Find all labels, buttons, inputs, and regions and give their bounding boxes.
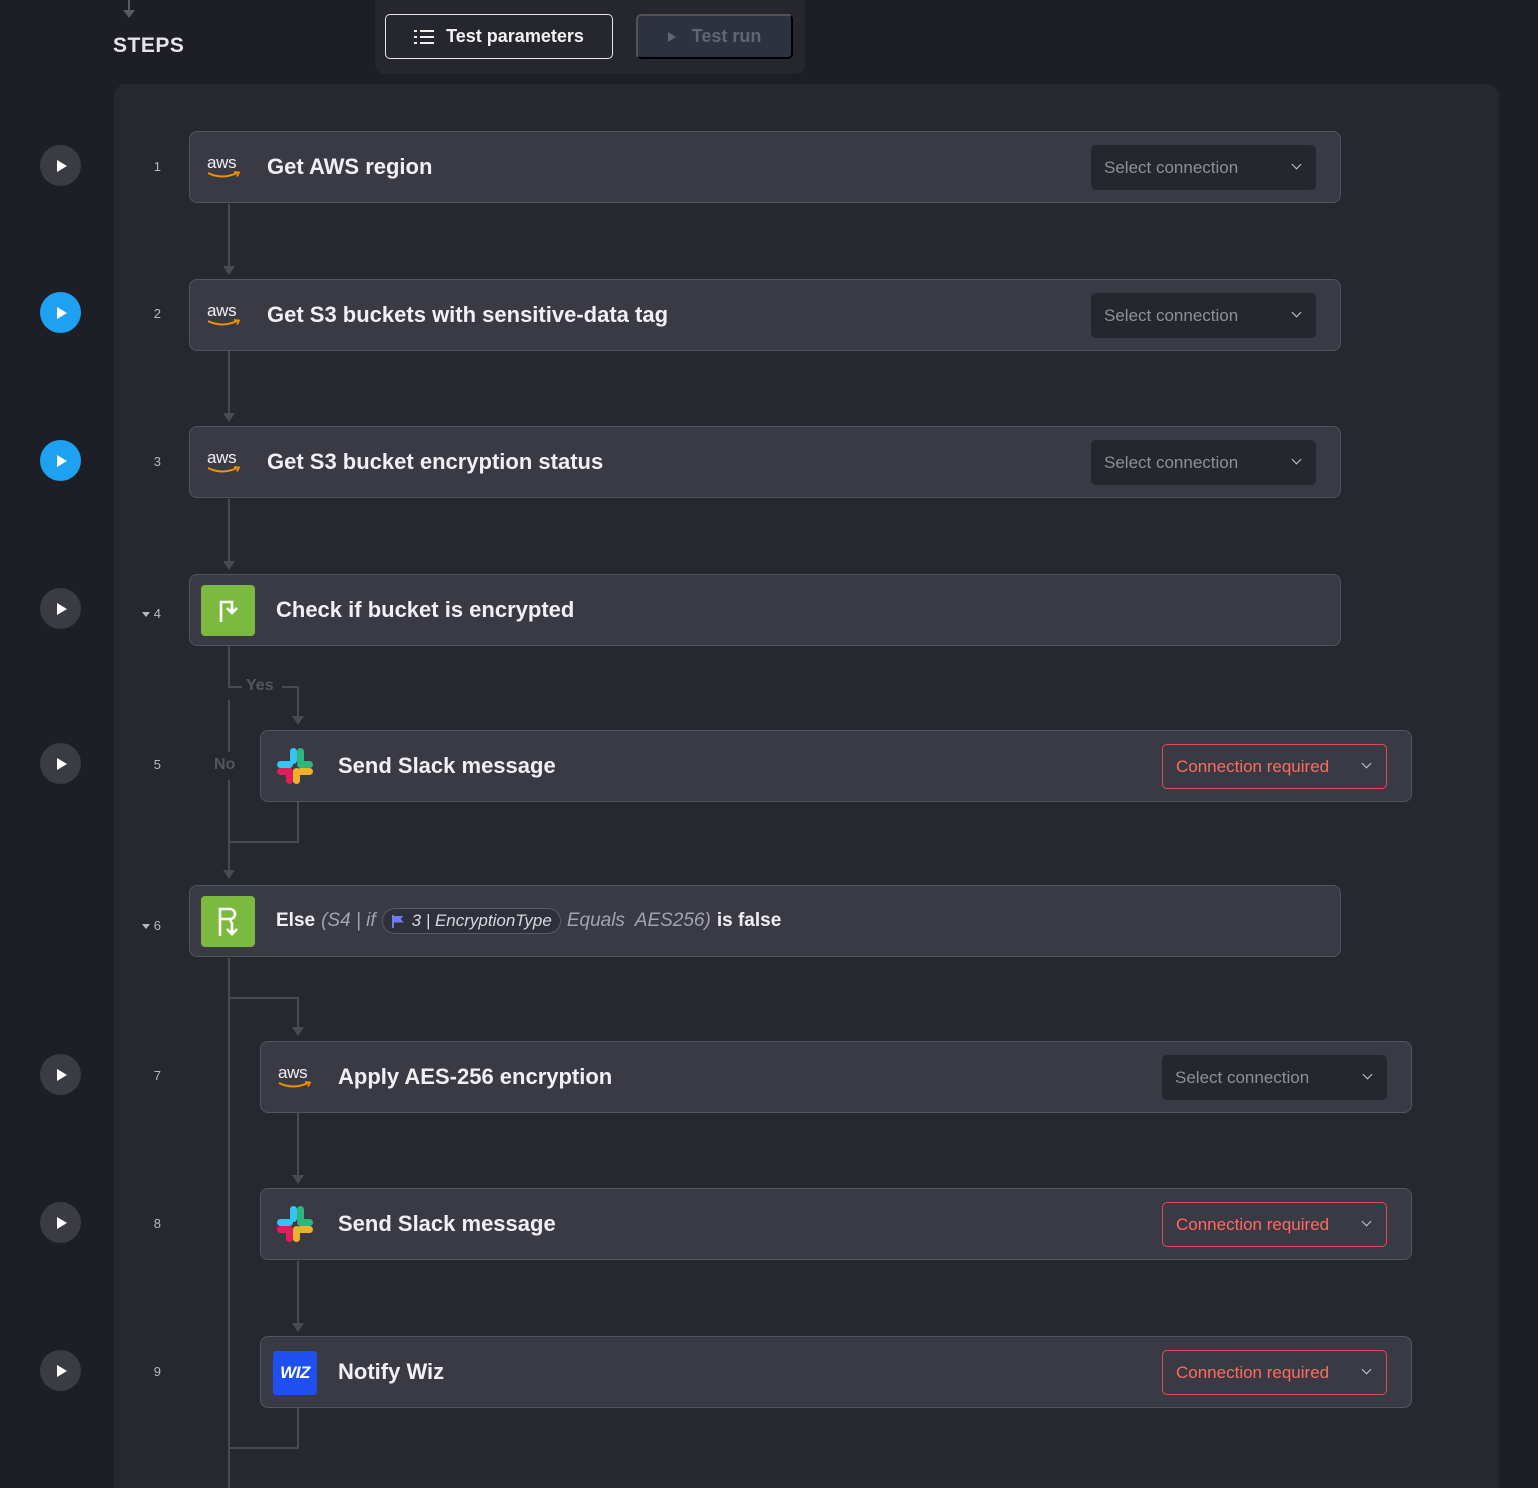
chevron-down-icon <box>1361 1364 1372 1375</box>
run-step-button[interactable] <box>40 440 81 481</box>
else-card[interactable]: Else (S4 | if 3 | EncryptionType Equals … <box>189 885 1341 957</box>
wiz-icon: WIZ <box>273 1351 317 1395</box>
step-card[interactable]: aws Apply AES-256 encryption Select conn… <box>260 1041 1412 1113</box>
step-number: 5 <box>153 757 161 772</box>
branch-label-no: No <box>214 756 236 773</box>
connection-select[interactable]: Select connection <box>1091 440 1316 485</box>
aws-icon: aws <box>207 154 243 182</box>
caret-down-icon <box>141 924 150 930</box>
connection-select-value: Select connection <box>1104 157 1239 177</box>
variable-label: 3 | EncryptionType <box>411 911 552 930</box>
step-number: 2 <box>153 306 161 321</box>
step-number: 8 <box>153 1216 161 1231</box>
play-icon <box>57 602 67 615</box>
step-card[interactable]: Send Slack message Connection required <box>260 1188 1412 1260</box>
else-suffix: is false <box>716 910 782 931</box>
step-title: Check if bucket is encrypted <box>276 597 575 622</box>
step-number-collapsible[interactable]: 6 <box>131 918 161 933</box>
test-run-button[interactable]: Test run <box>636 14 793 59</box>
step-card[interactable]: aws Get S3 buckets with sensitive-data t… <box>189 279 1341 351</box>
else-condition-operator: Equals AES256) <box>566 910 711 931</box>
flow-entry-arrow <box>123 0 135 18</box>
test-toolbar: Test parameters Test run <box>375 0 805 74</box>
step-title: Send Slack message <box>338 1211 556 1236</box>
flag-icon <box>391 914 404 928</box>
step-number-collapsible[interactable]: 4 <box>131 606 161 621</box>
step-card[interactable]: Send Slack message Connection required <box>260 730 1412 802</box>
else-condition: Else (S4 | if 3 | EncryptionType Equals … <box>276 908 781 934</box>
run-step-button[interactable] <box>40 145 81 186</box>
connection-select-value: Connection required <box>1176 1214 1330 1234</box>
condition-icon <box>201 585 255 636</box>
connection-required-select[interactable]: Connection required <box>1162 1202 1387 1247</box>
run-step-button[interactable] <box>40 1350 81 1391</box>
chevron-down-icon <box>1291 307 1302 318</box>
connection-select-value: Select connection <box>1175 1067 1310 1087</box>
list-icon <box>414 29 435 44</box>
step-card[interactable]: aws Get AWS region Select connection <box>189 131 1341 203</box>
condition-card[interactable]: Check if bucket is encrypted <box>189 574 1341 646</box>
step-title: Get S3 bucket encryption status <box>267 449 604 474</box>
test-parameters-button[interactable]: Test parameters <box>385 14 613 59</box>
step-title: Send Slack message <box>338 753 556 778</box>
branch-label-yes: Yes <box>246 677 274 694</box>
step-title: Get S3 buckets with sensitive-data tag <box>267 302 669 327</box>
aws-icon: aws <box>207 449 243 477</box>
step-number: 3 <box>153 454 161 469</box>
run-step-button[interactable] <box>40 1054 81 1095</box>
play-icon <box>57 757 67 770</box>
steps-title: STEPS <box>113 34 185 57</box>
step-card[interactable]: WIZ Notify Wiz Connection required <box>260 1336 1412 1408</box>
step-number: 1 <box>153 159 161 174</box>
run-step-button[interactable] <box>40 292 81 333</box>
run-step-button[interactable] <box>40 588 81 629</box>
chevron-down-icon <box>1291 159 1302 170</box>
chevron-down-icon <box>1362 1069 1373 1080</box>
chevron-down-icon <box>1361 758 1372 769</box>
chevron-down-icon <box>1291 454 1302 465</box>
aws-icon: aws <box>207 302 243 330</box>
connection-select[interactable]: Select connection <box>1091 145 1316 190</box>
step-number: 7 <box>153 1068 161 1083</box>
connection-required-select[interactable]: Connection required <box>1162 744 1387 789</box>
connection-select-value: Select connection <box>1104 305 1239 325</box>
slack-icon <box>277 1206 313 1242</box>
play-icon <box>57 454 67 467</box>
play-icon <box>57 159 67 172</box>
variable-pill[interactable]: 3 | EncryptionType <box>381 908 561 934</box>
connection-select[interactable]: Select connection <box>1091 293 1316 338</box>
run-step-button[interactable] <box>40 1202 81 1243</box>
play-icon <box>57 1364 67 1377</box>
else-prefix: (S4 | if <box>321 910 376 931</box>
play-icon <box>57 306 67 319</box>
test-run-label: Test run <box>691 26 762 46</box>
play-icon <box>667 31 676 42</box>
else-icon <box>201 896 255 947</box>
connection-select-value: Select connection <box>1104 452 1239 472</box>
connection-select[interactable]: Select connection <box>1162 1055 1387 1100</box>
step-title: Get AWS region <box>267 154 433 179</box>
aws-icon: aws <box>278 1064 314 1092</box>
caret-down-icon <box>141 612 150 618</box>
connection-select-value: Connection required <box>1176 1362 1330 1382</box>
slack-icon <box>277 748 313 784</box>
test-parameters-label: Test parameters <box>446 26 584 46</box>
play-icon <box>57 1216 67 1229</box>
step-card[interactable]: aws Get S3 bucket encryption status Sele… <box>189 426 1341 498</box>
run-step-button[interactable] <box>40 743 81 784</box>
chevron-down-icon <box>1361 1216 1372 1227</box>
step-number: 9 <box>153 1364 161 1379</box>
play-icon <box>57 1068 67 1081</box>
connection-select-value: Connection required <box>1176 756 1330 776</box>
else-keyword: Else <box>276 910 316 931</box>
step-title: Apply AES-256 encryption <box>338 1064 613 1089</box>
connection-required-select[interactable]: Connection required <box>1162 1350 1387 1395</box>
step-title: Notify Wiz <box>338 1359 445 1384</box>
